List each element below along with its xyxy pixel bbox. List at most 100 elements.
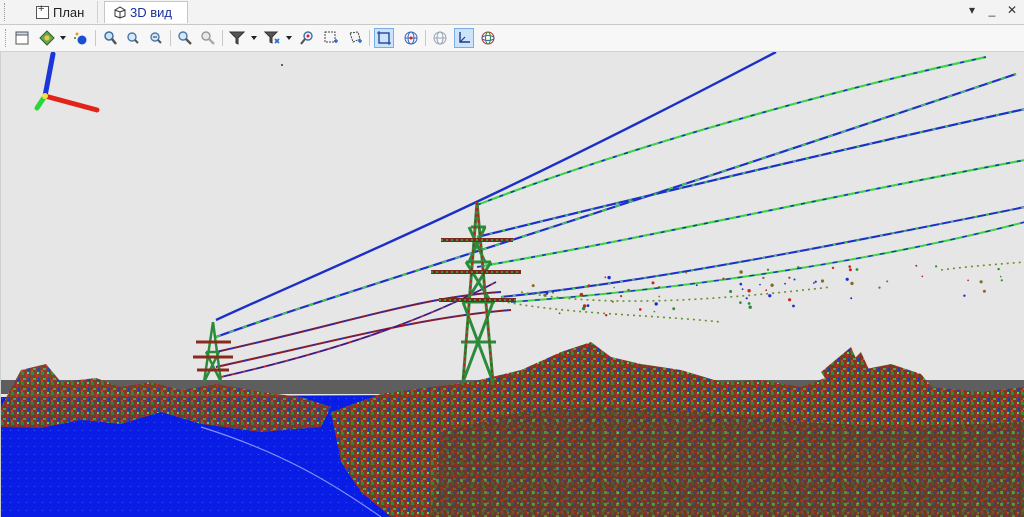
toolbar-separator — [222, 30, 223, 46]
minimize-button[interactable]: _ — [986, 3, 998, 17]
point — [813, 282, 815, 284]
zoom-previous-button[interactable] — [198, 28, 218, 48]
filter-advanced-dropdown-icon[interactable] — [286, 36, 292, 40]
point — [672, 307, 676, 311]
point — [582, 304, 587, 308]
point — [651, 281, 655, 285]
select-polygon-button[interactable] — [345, 28, 365, 48]
axes-view-button[interactable] — [454, 28, 474, 48]
point — [982, 289, 986, 293]
tab-3d-view[interactable]: 3D вид — [104, 1, 188, 23]
point — [878, 286, 881, 289]
point — [915, 264, 918, 267]
axes-view-icon — [459, 32, 470, 43]
point — [545, 292, 549, 295]
find-point-button[interactable] — [297, 28, 317, 48]
point-style-icon — [74, 32, 87, 45]
point-style-button[interactable] — [70, 28, 90, 48]
point — [747, 302, 751, 305]
select-rectangle-button[interactable] — [321, 28, 341, 48]
zoom-extents-icon — [178, 31, 192, 45]
point — [627, 288, 631, 292]
point — [579, 292, 584, 297]
zoom-out-button[interactable] — [146, 28, 166, 48]
crop-box-icon — [377, 31, 391, 45]
toolbar-separator — [425, 30, 426, 46]
filter-advanced-button[interactable] — [262, 28, 282, 48]
point — [784, 282, 786, 285]
orbit-sphere-icon — [481, 31, 495, 45]
point — [831, 266, 835, 270]
point — [963, 294, 966, 297]
transmission-tower-distant — [193, 321, 233, 383]
point — [653, 310, 656, 313]
grid-sphere-button[interactable] — [430, 28, 450, 48]
point — [1000, 279, 1003, 282]
crop-box-button[interactable] — [374, 28, 394, 48]
point — [531, 284, 535, 288]
power-line-texture — [510, 221, 1024, 303]
tab-bar: План 3D вид ▾ _ ✕ — [0, 0, 1024, 25]
point — [935, 265, 938, 268]
point — [765, 289, 768, 292]
zoom-out-icon — [150, 32, 162, 44]
point — [886, 280, 889, 283]
point — [820, 279, 825, 283]
axis-gizmo — [34, 52, 100, 113]
point — [999, 275, 1002, 278]
point — [770, 283, 774, 287]
view-frame-icon — [15, 31, 29, 45]
sphere-view-button[interactable] — [401, 28, 421, 48]
power-line — [500, 206, 1024, 298]
point — [639, 308, 642, 311]
point — [768, 294, 772, 298]
power-lines — [215, 52, 1024, 378]
zoom-in-button[interactable] — [100, 28, 120, 48]
point — [739, 301, 742, 304]
point — [695, 284, 698, 287]
cube-icon — [113, 6, 126, 19]
point — [788, 298, 792, 302]
window-menu-button[interactable]: ▾ — [966, 3, 978, 17]
navigation-dropdown-icon[interactable] — [60, 36, 66, 40]
tab-bar-grip[interactable] — [4, 3, 8, 21]
navigation-icon — [39, 30, 55, 46]
point — [722, 277, 725, 280]
point — [921, 275, 924, 278]
filter-button[interactable] — [227, 28, 247, 48]
navigation-button[interactable] — [37, 28, 57, 48]
tab-3d-view-label: 3D вид — [130, 5, 172, 20]
point — [552, 291, 554, 294]
point — [654, 302, 658, 306]
filter-dropdown-icon[interactable] — [251, 36, 257, 40]
window-controls: ▾ _ ✕ — [966, 3, 1018, 17]
point — [797, 266, 800, 269]
zoom-in-icon — [104, 31, 117, 45]
zoom-in-small-button[interactable] — [123, 28, 143, 48]
orbit-sphere-button[interactable] — [478, 28, 498, 48]
view-frame-button[interactable] — [12, 28, 32, 48]
sag-wire — [495, 299, 722, 323]
point-cloud-scene[interactable] — [1, 52, 1024, 517]
point — [741, 288, 744, 291]
point — [739, 270, 743, 274]
stray-point — [281, 64, 283, 66]
zoom-extents-button[interactable] — [175, 28, 195, 48]
sag-wire — [940, 261, 1024, 271]
point — [848, 268, 852, 272]
toolbar-grip[interactable] — [5, 29, 8, 47]
3d-viewport[interactable] — [0, 52, 1024, 517]
find-point-icon — [300, 31, 313, 45]
zoom-previous-icon — [201, 31, 215, 45]
point — [850, 297, 853, 300]
toolbar-separator — [95, 30, 96, 46]
tab-plan[interactable]: План — [28, 1, 98, 23]
toolbar-separator — [170, 30, 171, 46]
power-line-texture — [500, 206, 1024, 298]
toolbar-separator — [369, 30, 370, 46]
point — [739, 282, 743, 286]
point — [845, 277, 849, 281]
point — [766, 268, 770, 271]
filter-icon — [229, 31, 245, 45]
close-button[interactable]: ✕ — [1006, 3, 1018, 17]
